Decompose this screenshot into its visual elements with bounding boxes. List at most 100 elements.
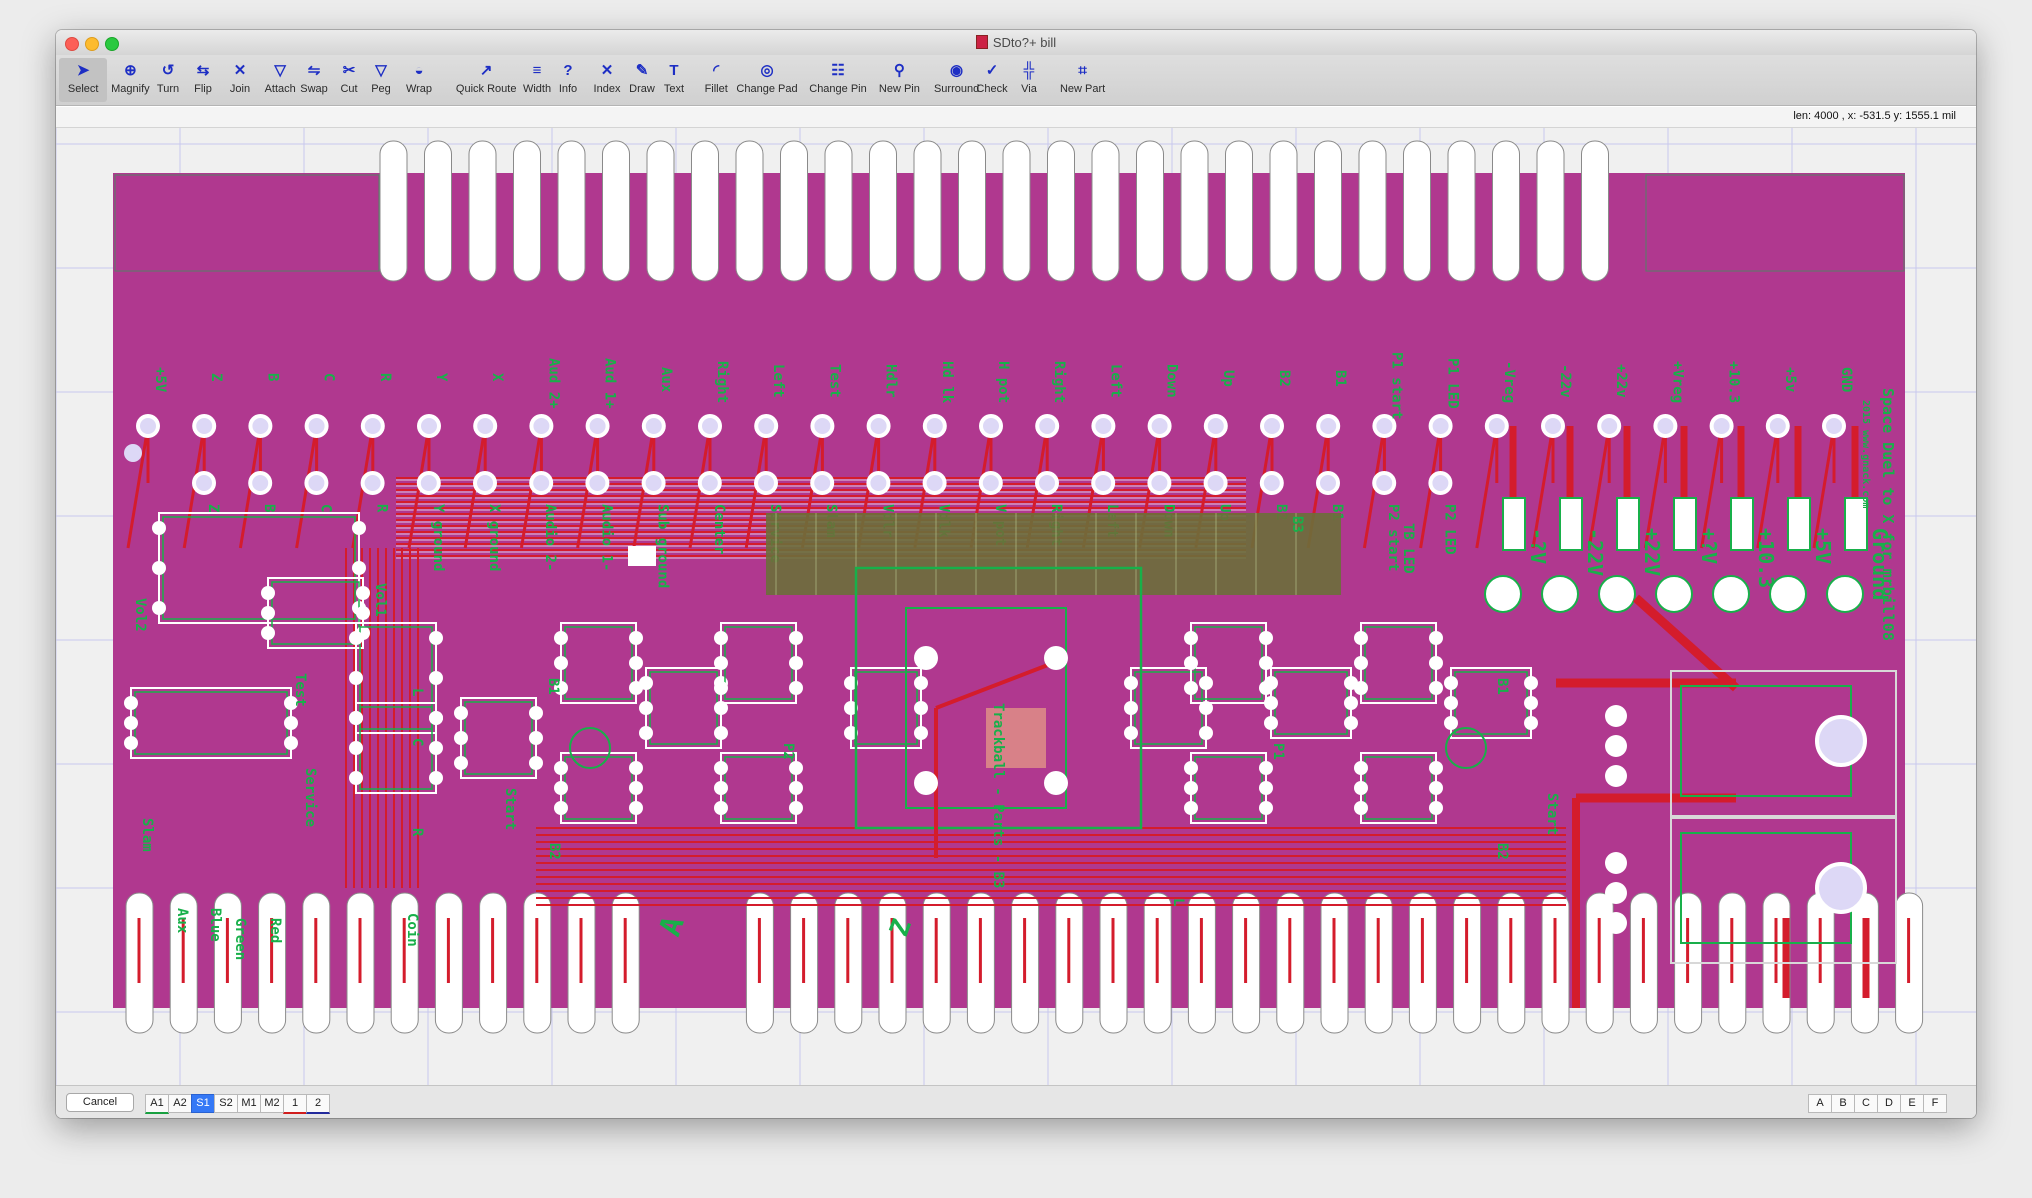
tool-flip-button[interactable]: ⇆ Flip [185,58,221,102]
tool-quick-route-button[interactable]: ↗ Quick Route [446,58,526,102]
pad [152,561,166,575]
edge-finger-top [602,140,630,282]
magnify-icon: ⊕ [124,62,137,79]
tool-join-button[interactable]: ✕ Join [222,58,258,102]
pad [529,706,543,720]
top-signal-label: Test [826,364,842,398]
capacitor [1598,575,1636,613]
pad [284,716,298,730]
pad-hole [926,475,943,491]
inner-signal-label: P2 LED [1441,504,1457,555]
tool-new-pin-button[interactable]: ⚲ New Pin [872,58,927,102]
pad [1264,676,1278,690]
app-window: SDto?+ bill ➤ Select ⊕ Magnify ↺ Turn ⇆ Flip ✕ Jo… [56,30,1976,1118]
view-button-a[interactable]: A [1808,1094,1832,1113]
pcb-board[interactable]: +5V Z B C R Y X Aud 2+ Aud 1+ Aux Right Left Test Hdl… [56,128,1976,1086]
edge-finger-top [1047,140,1075,282]
pad [261,606,275,620]
tool-info-button[interactable]: ? Info [550,58,586,102]
flip-icon: ⇆ [196,62,210,79]
document-icon [975,35,988,49]
edge-finger-top [1581,140,1609,282]
tool-label: Index [593,83,621,95]
capacitor [1712,575,1750,613]
tool-label: Join [229,83,251,95]
tool-wrap-button[interactable]: ◒ Wrap [401,58,437,102]
pad [356,586,370,600]
board-label-r: R [409,828,425,837]
view-button-e[interactable]: E [1900,1094,1924,1113]
pad-hole [645,475,662,491]
pad [789,761,803,775]
layer-button-a1[interactable]: A1 [145,1094,169,1114]
tool-turn-button[interactable]: ↺ Turn [150,58,186,102]
pad [1605,912,1627,934]
layer-button-1[interactable]: 1 [283,1094,307,1114]
cancel-button[interactable]: Cancel [66,1093,134,1112]
pcb-canvas[interactable]: +5V Z B C R Y X Aud 2+ Aud 1+ Aux Right Left Test Hdl… [56,128,1976,1086]
pad [124,696,138,710]
pad [349,671,363,685]
arrow-select-icon: ➤ [76,62,90,79]
board-label-coin: Coin [404,913,420,947]
tool-change-pad-button[interactable]: ◎ Change Pad [730,58,804,102]
tool-check-button[interactable]: ✓ Check [971,58,1013,102]
top-signal-label: B [264,373,280,381]
tool-label: Change Pin [809,83,867,95]
pad-hole [308,475,325,491]
board-label-p1: P1 [1270,743,1286,760]
pad [352,521,366,535]
pad-hole [1769,418,1786,434]
tool-label: Wrap [405,83,433,95]
pad [352,561,366,575]
view-button-f[interactable]: F [1923,1094,1947,1113]
pad [1044,646,1068,670]
pad-hole [1545,418,1561,434]
tool-select-button[interactable]: ➤ Select [59,58,108,102]
quick-route-icon: ↗ [479,62,493,79]
layer-button-s2[interactable]: S2 [214,1094,238,1113]
layer-button-a2[interactable]: A2 [168,1094,192,1113]
view-button-c[interactable]: C [1854,1094,1878,1113]
pad-hole [1488,418,1505,434]
draw-icon: ✎ [635,62,649,79]
capacitor [1484,575,1522,613]
pad [554,631,568,645]
tool-text-button[interactable]: T Text [656,58,692,102]
tool-via-button[interactable]: ╬ Via [1011,58,1047,102]
layer-button-m2[interactable]: M2 [260,1094,284,1113]
edge-finger-top [468,140,497,282]
inner-signal-label: Audio 2- [542,504,558,571]
view-button-d[interactable]: D [1877,1094,1901,1113]
view-button-b[interactable]: B [1831,1094,1855,1113]
pad [1184,781,1198,795]
tool-peg-button[interactable]: ▽ Peg [363,58,399,102]
layer-button-s1[interactable]: S1 [191,1094,215,1113]
board-label-start1: Start [502,788,518,830]
pad [124,716,138,730]
edge-finger-top [1136,140,1164,282]
tool-draw-button[interactable]: ✎ Draw [624,58,660,102]
tool-index-button[interactable]: ✕ Index [586,58,628,102]
pad [629,761,643,775]
tool-label: Check [976,83,1008,95]
top-signal-label: Up [1220,370,1236,387]
tool-cut-button[interactable]: ✂ Cut [331,58,367,102]
top-signal-label: H pot [995,361,1011,403]
pad [914,726,928,740]
top-signal-label: +5v [1782,367,1798,392]
tool-swap-button[interactable]: ⇋ Swap [296,58,332,102]
board-label-green: Green [232,918,248,960]
top-signal-label: +10.3 [1726,361,1742,403]
supply-label: -22V [1583,528,1607,576]
layer-button-2[interactable]: 2 [306,1094,330,1114]
tool-change-pin-button[interactable]: ☷ Change Pin [801,58,875,102]
board-label-l2: L [1170,898,1186,906]
pad-hole [364,418,381,434]
layer-button-m1[interactable]: M1 [237,1094,261,1113]
pad-hole [1151,418,1168,434]
alignment-hole [124,444,142,462]
pad-hole [252,475,269,491]
tool-new-part-button[interactable]: ⌗ New Part [1052,58,1113,102]
pad-hole [1826,418,1842,434]
